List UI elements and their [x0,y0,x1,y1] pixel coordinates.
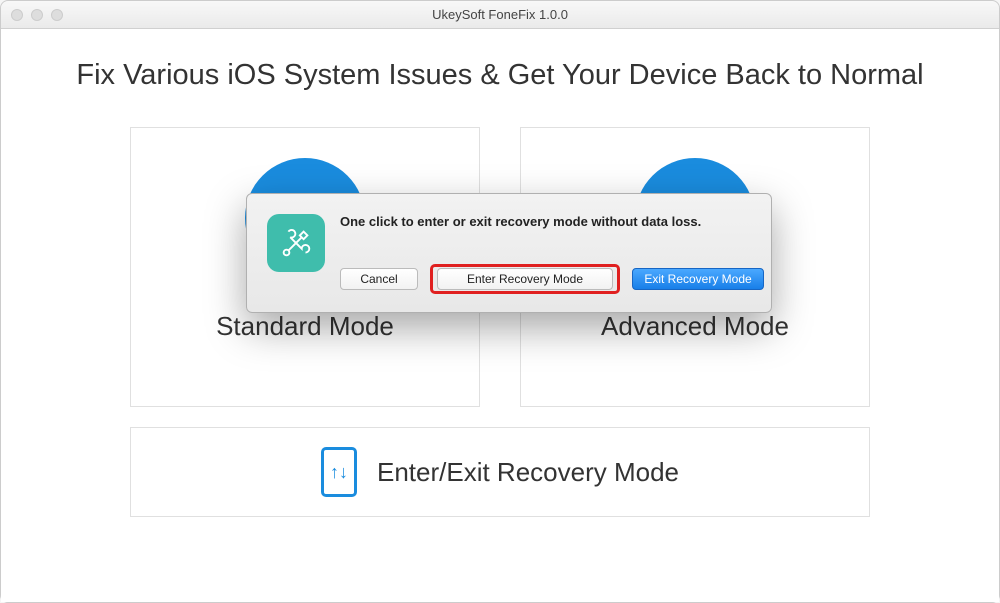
dialog-message: One click to enter or exit recovery mode… [340,214,764,229]
dialog-buttons: Cancel Enter Recovery Mode Exit Recovery… [340,264,764,294]
recovery-mode-panel[interactable]: ↑↓ Enter/Exit Recovery Mode [130,427,870,517]
main-content: Fix Various iOS System Issues & Get Your… [1,29,999,602]
recovery-mode-label: Enter/Exit Recovery Mode [377,457,679,488]
zoom-window-button[interactable] [51,9,63,21]
recovery-mode-dialog: One click to enter or exit recovery mode… [246,193,772,313]
enter-recovery-button[interactable]: Enter Recovery Mode [437,268,613,290]
dialog-body: One click to enter or exit recovery mode… [340,214,764,294]
phone-recovery-icon: ↑↓ [321,447,357,497]
window-title: UkeySoft FoneFix 1.0.0 [1,7,999,22]
advanced-mode-label: Advanced Mode [601,311,789,342]
close-window-button[interactable] [11,9,23,21]
cancel-button[interactable]: Cancel [340,268,418,290]
enter-recovery-highlight: Enter Recovery Mode [430,264,620,294]
titlebar: UkeySoft FoneFix 1.0.0 [1,1,999,29]
window-controls [11,9,63,21]
minimize-window-button[interactable] [31,9,43,21]
tools-icon [267,214,325,272]
swap-arrows-icon: ↑↓ [330,463,348,481]
standard-mode-label: Standard Mode [216,311,394,342]
exit-recovery-button[interactable]: Exit Recovery Mode [632,268,764,290]
page-heading: Fix Various iOS System Issues & Get Your… [76,59,923,92]
